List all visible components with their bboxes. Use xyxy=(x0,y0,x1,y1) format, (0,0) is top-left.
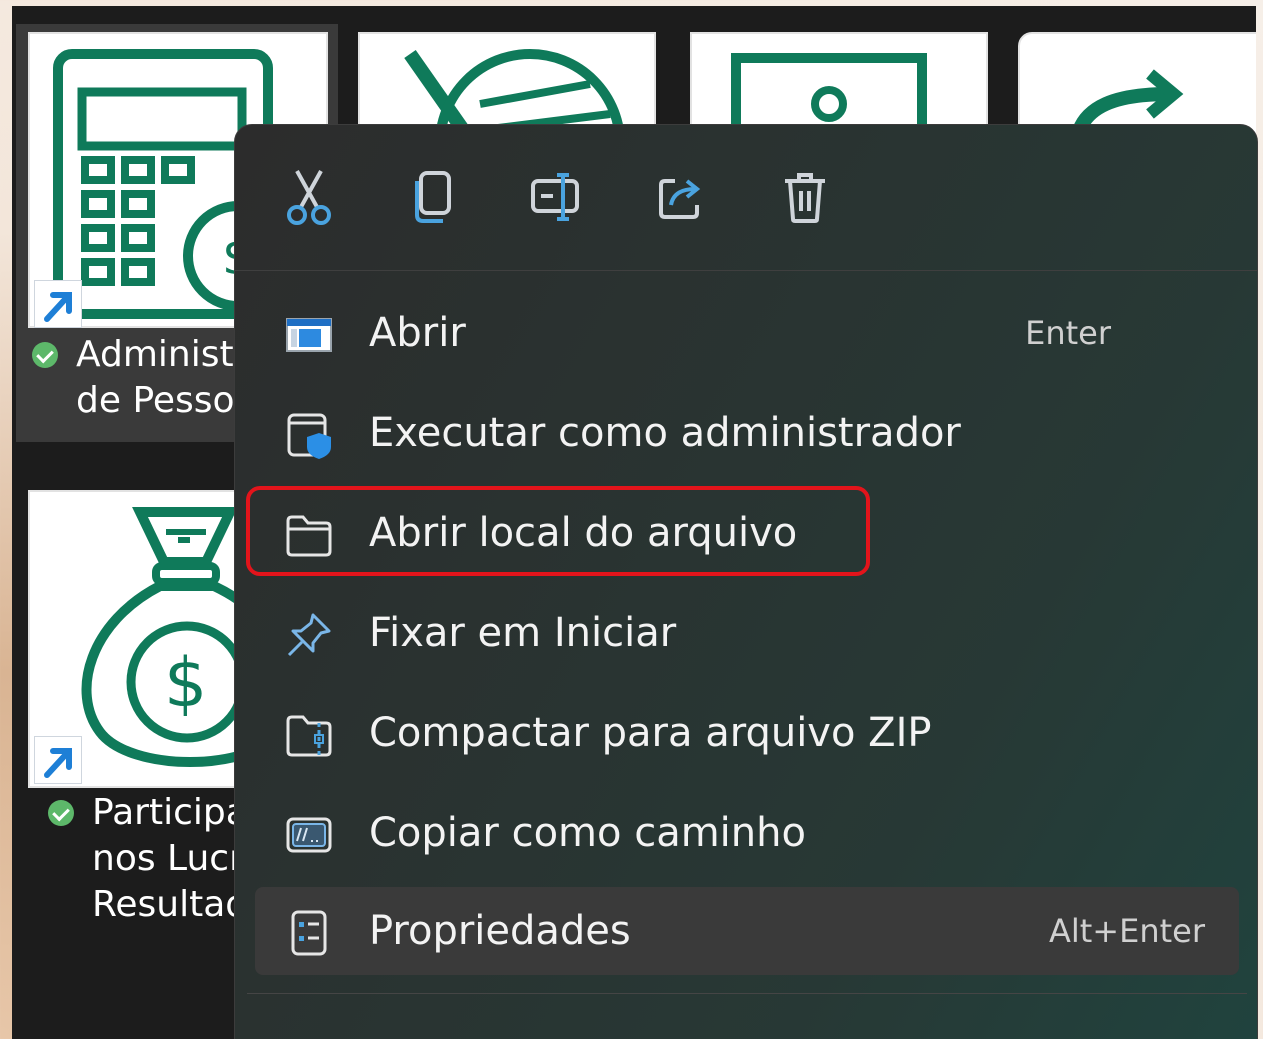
menu-item-properties[interactable]: Propriedades Alt+Enter xyxy=(255,887,1239,975)
file-label-participacao[interactable]: Participa nos Lucr Resultad xyxy=(92,790,246,928)
menu-item-pin-to-start[interactable]: Fixar em Iniciar xyxy=(255,589,1239,677)
menu-item-compress-zip[interactable]: Compactar para arquivo ZIP xyxy=(255,689,1239,777)
sync-status-check-icon xyxy=(48,800,74,826)
open-window-icon xyxy=(285,311,333,359)
menu-item-copy-as-path[interactable]: Copiar como caminho xyxy=(255,789,1239,877)
menu-item-label: Compactar para arquivo ZIP xyxy=(369,710,932,756)
share-icon xyxy=(659,179,701,219)
shortcut-arrow-icon xyxy=(34,280,82,328)
delete-button[interactable] xyxy=(773,165,837,229)
rename-icon xyxy=(531,173,579,221)
menu-item-shortcut: Enter xyxy=(1025,314,1111,352)
context-menu: Abrir Enter Executar como administrador … xyxy=(234,124,1258,1039)
menu-item-label: Fixar em Iniciar xyxy=(369,610,677,656)
menu-item-label: Propriedades xyxy=(369,908,631,954)
file-label-admin[interactable]: Administr de Pessoa xyxy=(76,332,246,424)
svg-text:$: $ xyxy=(164,644,207,723)
path-icon xyxy=(285,811,333,859)
menu-item-run-as-admin[interactable]: Executar como administrador xyxy=(255,389,1239,477)
cut-button[interactable] xyxy=(277,165,341,229)
menu-item-label: Executar como administrador xyxy=(369,410,961,456)
shortcut-arrow-icon xyxy=(34,736,82,784)
trash-icon xyxy=(785,173,825,223)
shield-admin-icon xyxy=(285,411,333,459)
pin-icon xyxy=(285,611,333,659)
share-button[interactable] xyxy=(649,165,713,229)
copy-button[interactable] xyxy=(401,165,465,229)
scissors-icon xyxy=(287,170,331,225)
rename-button[interactable] xyxy=(525,165,589,229)
menu-item-label: Abrir xyxy=(369,310,466,356)
highlight-annotation-box xyxy=(246,486,870,576)
menu-item-label: Copiar como caminho xyxy=(369,810,806,856)
copy-icon xyxy=(415,171,451,223)
context-menu-toolbar xyxy=(235,125,1257,271)
menu-item-open[interactable]: Abrir Enter xyxy=(255,289,1239,377)
sync-status-check-icon xyxy=(32,342,58,368)
zip-folder-icon xyxy=(285,711,333,759)
properties-icon xyxy=(285,909,333,957)
menu-separator xyxy=(247,993,1247,994)
menu-item-shortcut: Alt+Enter xyxy=(1048,912,1205,950)
